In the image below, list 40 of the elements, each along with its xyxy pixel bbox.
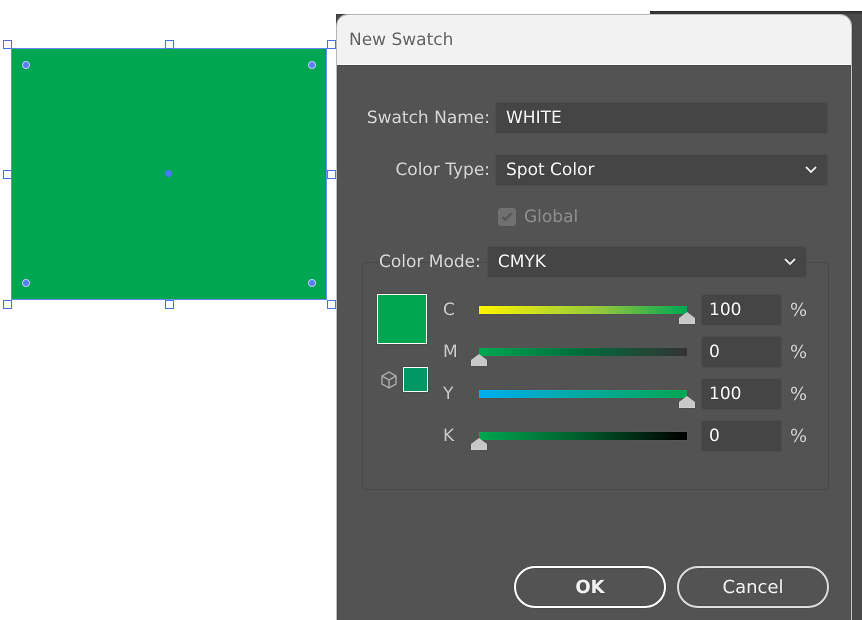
checkmark-icon — [500, 210, 514, 224]
swatch-name-field[interactable]: WHITE — [495, 102, 828, 134]
color-preview-swatch — [377, 294, 427, 344]
cube-icon — [379, 370, 399, 390]
channel-label: K — [443, 426, 456, 446]
resize-handle[interactable] — [3, 300, 12, 309]
slider-thumb[interactable] — [678, 395, 696, 409]
color-mode-dropdown[interactable]: CMYK — [486, 246, 807, 278]
slider-thumb[interactable] — [470, 353, 488, 367]
resize-handle[interactable] — [327, 170, 336, 179]
color-type-dropdown[interactable]: Spot Color — [495, 154, 828, 186]
channel-value-field[interactable]: 0 — [701, 420, 782, 452]
dialog-button[interactable]: Cancel — [677, 566, 829, 608]
dialog-button[interactable]: OK — [514, 566, 666, 608]
channel-label: M — [443, 342, 459, 362]
percent-label: % — [790, 426, 808, 446]
channel-value-field[interactable]: 0 — [701, 336, 782, 368]
dialog-title: New Swatch — [349, 30, 454, 50]
percent-label: % — [790, 384, 808, 404]
gamut-swatch[interactable] — [403, 367, 428, 392]
resize-handle[interactable] — [165, 40, 174, 49]
resize-handle[interactable] — [327, 300, 336, 309]
percent-label: % — [790, 300, 808, 320]
resize-handle[interactable] — [3, 40, 12, 49]
channel-value-field[interactable]: 100 — [701, 294, 782, 326]
checkbox-label: Global — [524, 207, 578, 227]
resize-handle[interactable] — [165, 300, 174, 309]
channel-value-field[interactable]: 100 — [701, 378, 782, 410]
resize-handle[interactable] — [3, 170, 12, 179]
field-label: Color Type: — [394, 160, 490, 180]
channel-label: Y — [443, 384, 454, 404]
chevron-down-icon — [784, 258, 796, 266]
field-label: Color Mode: — [379, 252, 481, 272]
slider-thumb[interactable] — [470, 437, 488, 451]
slider-thumb[interactable] — [678, 311, 696, 325]
channel-label: C — [443, 300, 456, 320]
field-label: Swatch Name: — [366, 108, 490, 128]
resize-handle[interactable] — [327, 40, 336, 49]
percent-label: % — [790, 342, 808, 362]
chevron-down-icon — [805, 166, 817, 174]
